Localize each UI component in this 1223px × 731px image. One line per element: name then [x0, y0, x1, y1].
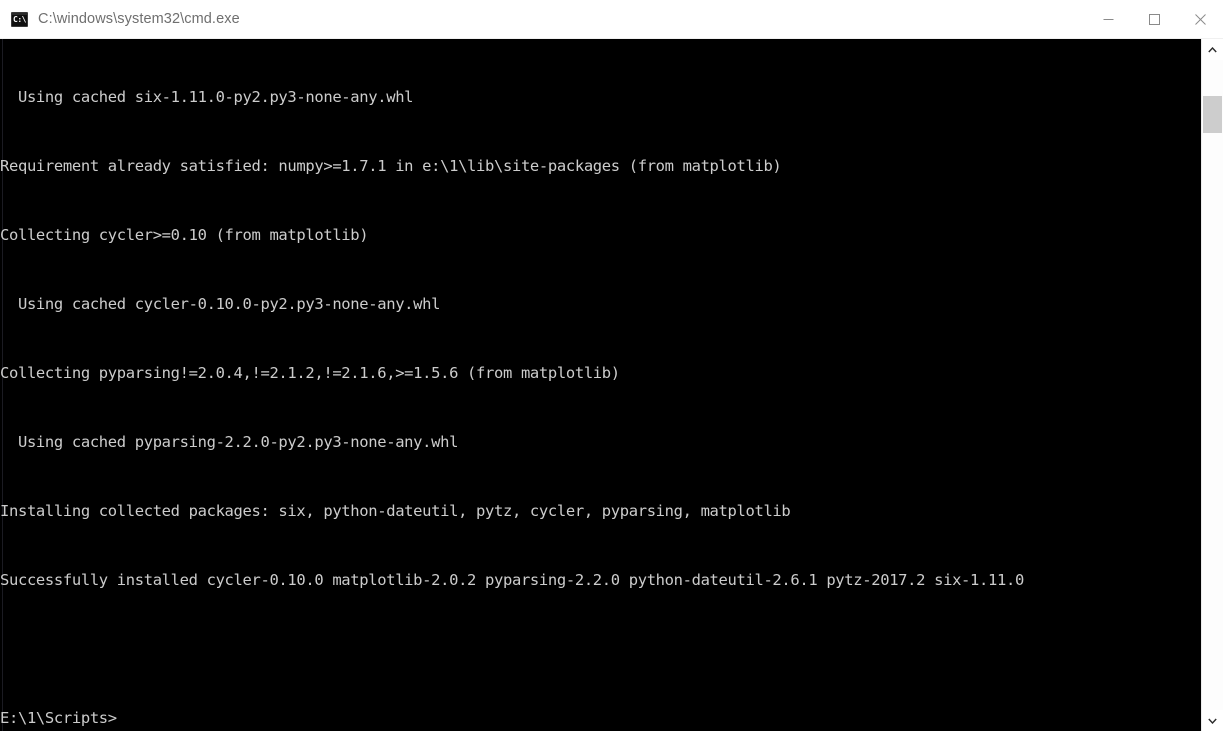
console-text-block: Using cached six-1.11.0-py2.py3-none-any… — [0, 40, 1024, 731]
console-line: Using cached six-1.11.0-py2.py3-none-any… — [0, 88, 414, 106]
console-line: Collecting cycler>=0.10 (from matplotlib… — [0, 226, 369, 244]
vertical-scrollbar[interactable] — [1201, 39, 1223, 731]
console-line: Using cached pyparsing-2.2.0-py2.py3-non… — [0, 433, 459, 451]
scroll-down-arrow[interactable] — [1202, 710, 1223, 731]
cmd-window: C:\ C:\windows\system32\cmd.exe Using ca… — [0, 0, 1223, 731]
console-line: Using cached cycler-0.10.0-py2.py3-none-… — [0, 295, 441, 313]
minimize-button[interactable] — [1085, 0, 1131, 38]
cmd-icon[interactable]: C:\ — [11, 11, 28, 27]
scrollbar-track[interactable] — [1202, 60, 1223, 710]
caption-button-group — [1085, 0, 1223, 38]
scrollbar-thumb[interactable] — [1203, 96, 1222, 133]
maximize-button[interactable] — [1131, 0, 1177, 38]
title-bar[interactable]: C:\ C:\windows\system32\cmd.exe — [0, 0, 1223, 39]
cmd-icon-glyph: C:\ — [13, 14, 26, 24]
console-prompt-line: E:\1\Scripts> — [0, 709, 117, 727]
scroll-up-arrow[interactable] — [1202, 39, 1223, 60]
console-line: Installing collected packages: six, pyth… — [0, 502, 791, 520]
close-button[interactable] — [1177, 0, 1223, 38]
console-line: Successfully installed cycler-0.10.0 mat… — [0, 571, 1024, 589]
console-output-area[interactable]: Using cached six-1.11.0-py2.py3-none-any… — [0, 39, 1223, 731]
console-line: Collecting pyparsing!=2.0.4,!=2.1.2,!=2.… — [0, 364, 620, 382]
console-line: Requirement already satisfied: numpy>=1.… — [0, 157, 782, 175]
window-title: C:\windows\system32\cmd.exe — [38, 11, 240, 27]
